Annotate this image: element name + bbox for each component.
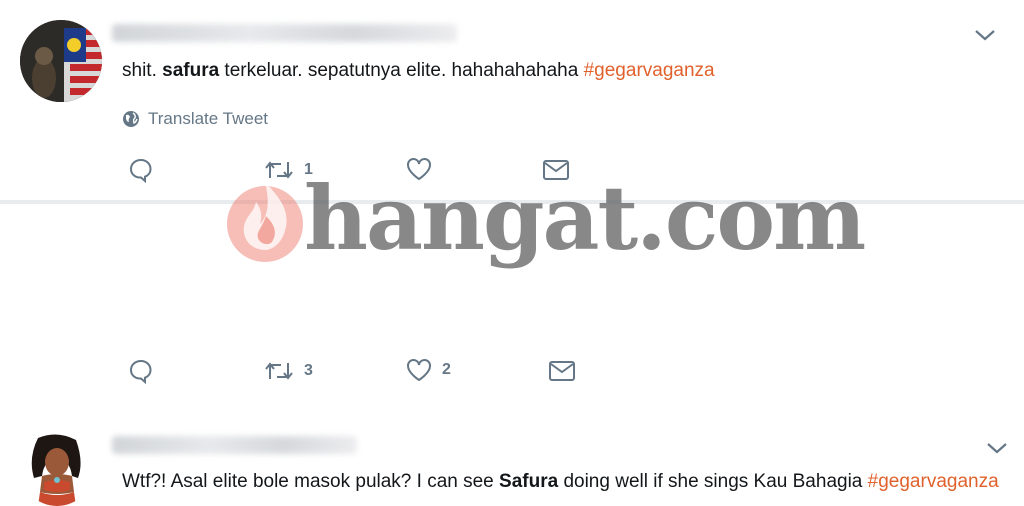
- reply-button[interactable]: [128, 157, 154, 183]
- mention-bold: safura: [162, 60, 220, 81]
- dm-icon: [543, 160, 569, 180]
- like-icon: [407, 158, 431, 181]
- hashtag-link[interactable]: #gegarvaganza: [868, 471, 999, 492]
- translate-tweet-link[interactable]: Translate Tweet: [122, 105, 268, 133]
- like-button[interactable]: [406, 157, 432, 181]
- retweet-icon: [265, 362, 293, 380]
- reply-button[interactable]: [128, 358, 154, 384]
- like-button[interactable]: 2: [406, 358, 451, 382]
- reply-icon: [129, 359, 152, 384]
- author-name-blurred[interactable]: [112, 24, 457, 42]
- dm-button[interactable]: [542, 158, 570, 182]
- author-name-blurred[interactable]: [112, 436, 357, 454]
- hashtag-link[interactable]: #gegarvaganza: [584, 60, 715, 81]
- translate-label: Translate Tweet: [148, 109, 269, 128]
- retweet-button[interactable]: 1: [264, 158, 313, 182]
- retweet-icon: [265, 161, 293, 179]
- avatar[interactable]: [20, 432, 94, 506]
- retweet-count: 3: [304, 362, 313, 379]
- globe-icon: [123, 111, 139, 127]
- dm-icon: [549, 361, 575, 381]
- tweet-text: Wtf?! Asal elite bole masok pulak? I can…: [122, 471, 999, 492]
- reply-icon: [129, 158, 152, 183]
- tweet-1: shit. safura terkeluar. sepatutnya elite…: [0, 0, 1024, 200]
- like-icon: [407, 359, 431, 382]
- chevron-down-icon[interactable]: [986, 441, 1008, 455]
- tweet-text: shit. safura terkeluar. sepatutnya elite…: [122, 60, 715, 81]
- retweet-count: 1: [304, 161, 313, 178]
- mention-bold: Safura: [499, 471, 559, 492]
- retweet-button[interactable]: 3: [264, 359, 313, 383]
- tweet-2: Wtf?! Asal elite bole masok pulak? I can…: [0, 204, 1024, 506]
- like-count: 2: [442, 361, 451, 378]
- avatar[interactable]: [20, 20, 102, 102]
- dm-button[interactable]: [548, 359, 576, 383]
- chevron-down-icon[interactable]: [974, 28, 996, 42]
